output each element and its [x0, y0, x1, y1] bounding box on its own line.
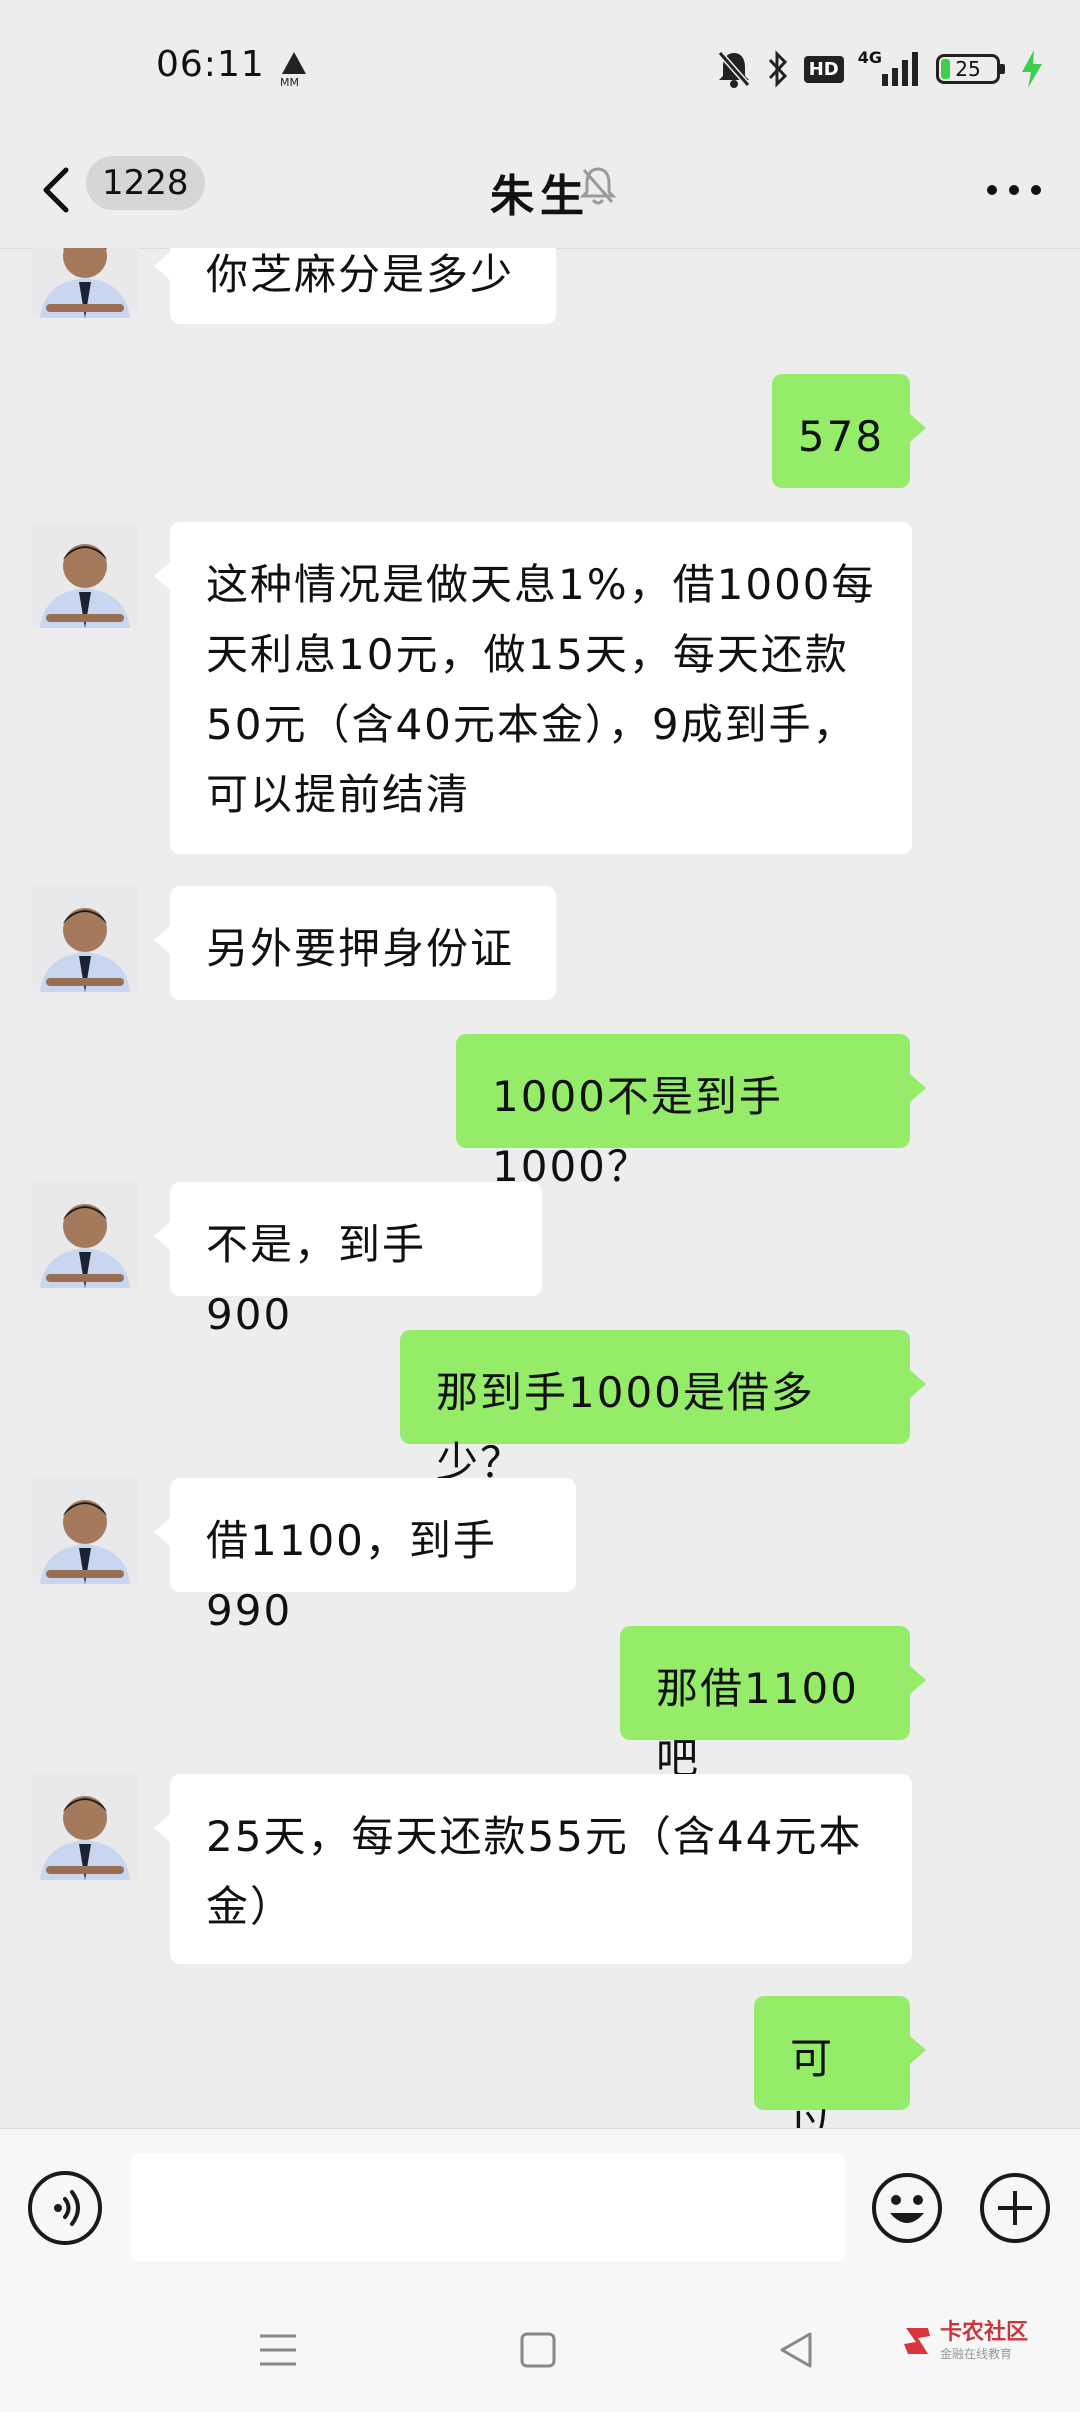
contact-avatar[interactable] — [32, 522, 138, 628]
chat-message-list[interactable]: 你芝麻分是多少 578 这种情况是做天息1%，借1000每天利息10元，做15天… — [0, 248, 1080, 2128]
watermark-icon — [904, 2328, 930, 2354]
chat-header: 1228 朱生 — [0, 140, 1080, 249]
hd-icon: HD — [803, 49, 844, 89]
chat-title: 朱生 — [490, 171, 590, 222]
add-more-icon[interactable] — [978, 2171, 1052, 2245]
status-bar: 06:11 MM HD 4G 25 — [0, 0, 1080, 140]
watermark-title: 卡农社区 — [940, 2320, 1029, 2345]
back-triangle-icon[interactable] — [774, 2328, 818, 2372]
battery-icon: 25 — [936, 49, 1005, 89]
contact-avatar[interactable] — [32, 886, 138, 992]
incoming-message-bubble[interactable]: 借1100，到手990 — [154, 1478, 576, 1635]
signal-icon: 4G — [858, 48, 922, 89]
menu-lines-icon[interactable] — [256, 2328, 300, 2372]
outgoing-message-bubble[interactable]: 那到手1000是借多少？ — [400, 1330, 926, 1487]
muted-bell-icon — [579, 167, 617, 205]
contact-avatar[interactable] — [32, 1478, 138, 1584]
mute-bell-icon — [716, 49, 752, 89]
message-text-input[interactable] — [130, 2153, 846, 2261]
incoming-message-bubble[interactable]: 25天，每天还款55元（含44元本金） — [154, 1774, 912, 1964]
outgoing-message-bubble[interactable]: 那借1100吧 — [620, 1626, 926, 1783]
more-options-icon[interactable] — [984, 170, 1044, 210]
contact-avatar[interactable] — [32, 1774, 138, 1880]
incoming-message-bubble[interactable]: 不是，到手900 — [154, 1182, 542, 1339]
outgoing-message-bubble[interactable]: 1000不是到手1000？ — [456, 1034, 926, 1191]
home-square-icon[interactable] — [516, 2328, 560, 2372]
contact-avatar[interactable] — [32, 248, 138, 318]
incoming-message-bubble[interactable]: 这种情况是做天息1%，借1000每天利息10元，做15天，每天还款50元（含40… — [154, 522, 912, 854]
voice-icon — [54, 2190, 80, 2226]
status-time: 06:11 — [156, 44, 265, 85]
svg-text:MM: MM — [280, 76, 299, 88]
bluetooth-icon — [766, 49, 790, 89]
incoming-message-bubble[interactable]: 你芝麻分是多少 — [154, 248, 556, 324]
voice-input-button[interactable] — [28, 2171, 102, 2245]
contact-avatar[interactable] — [32, 1182, 138, 1288]
carrier-icon: MM — [280, 52, 306, 88]
outgoing-message-bubble[interactable]: 578 — [772, 374, 926, 488]
emoji-icon[interactable] — [870, 2171, 944, 2245]
charging-icon — [1022, 50, 1042, 88]
incoming-message-bubble[interactable]: 另外要押身份证 — [154, 886, 556, 1000]
outgoing-message-bubble[interactable]: 可以 — [754, 1996, 926, 2128]
status-icons: HD 4G 25 — [716, 44, 1005, 94]
watermark-logo: 卡农社区 金融在线教育 — [900, 2322, 1028, 2360]
message-input-bar — [0, 2128, 1080, 2293]
watermark-subtitle: 金融在线教育 — [940, 2347, 1013, 2361]
